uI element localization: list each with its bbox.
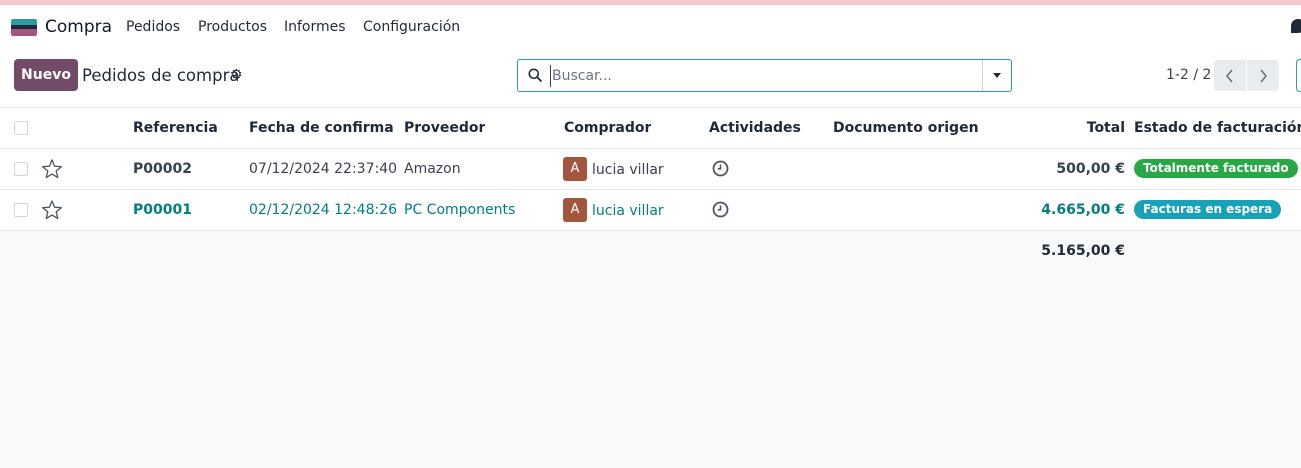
table-header: Referencia Fecha de confirmaci... Provee…	[0, 108, 1301, 149]
purchase-app-icon[interactable]	[11, 19, 37, 36]
select-all-checkbox[interactable]	[14, 121, 28, 135]
order-total: 500,00 €	[1056, 161, 1125, 177]
row-checkbox[interactable]	[14, 203, 28, 217]
chat-icon[interactable]	[1291, 19, 1301, 33]
menu-configuracion[interactable]: Configuración	[363, 19, 460, 35]
breadcrumb: Pedidos de compra	[82, 66, 240, 85]
avatar: A	[563, 157, 587, 181]
table-row[interactable]: P00001 02/12/2024 12:48:26 PC Components…	[0, 190, 1301, 231]
app-name[interactable]: Compra	[45, 17, 112, 37]
order-buyer: lucia villar	[592, 162, 664, 178]
column-documento-origen[interactable]: Documento origen	[833, 108, 979, 148]
column-fecha[interactable]: Fecha de confirmaci...	[249, 108, 394, 148]
status-badge: Totalmente facturado	[1134, 159, 1298, 178]
order-date: 02/12/2024 12:48:26	[249, 202, 398, 218]
order-reference: P00001	[133, 202, 192, 218]
column-estado-facturacion[interactable]: Estado de facturación	[1134, 108, 1301, 148]
chevron-right-icon	[1260, 68, 1268, 83]
search-options-toggle[interactable]	[982, 60, 1011, 91]
caret-down-icon	[993, 73, 1001, 78]
menu-productos[interactable]: Productos	[198, 19, 267, 35]
side-panel-button[interactable]	[1296, 59, 1301, 92]
menu-pedidos[interactable]: Pedidos	[126, 19, 180, 35]
order-vendor: PC Components	[404, 202, 516, 218]
top-navbar: Compra Pedidos Productos Informes Config…	[0, 5, 1301, 51]
search-input[interactable]	[550, 65, 980, 87]
order-vendor: Amazon	[404, 161, 461, 177]
purchase-orders-table: Referencia Fecha de confirmaci... Provee…	[0, 108, 1301, 231]
order-reference: P00002	[133, 161, 192, 177]
star-icon[interactable]	[41, 199, 63, 221]
chevron-left-icon	[1225, 68, 1233, 83]
clock-icon[interactable]	[712, 201, 729, 218]
new-button[interactable]: Nuevo	[14, 59, 78, 91]
search-icon	[528, 68, 542, 82]
pager-next-button[interactable]	[1247, 60, 1279, 91]
column-actividades[interactable]: Actividades	[709, 108, 801, 148]
pager-value[interactable]: 1-2 / 2	[1166, 67, 1211, 83]
column-comprador[interactable]: Comprador	[564, 108, 651, 148]
clock-icon[interactable]	[712, 160, 729, 177]
column-referencia[interactable]: Referencia	[133, 108, 218, 148]
control-panel: Nuevo Pedidos de compra ⚙ 1-2 / 2	[0, 51, 1301, 108]
order-total: 4.665,00 €	[1041, 202, 1125, 218]
order-date: 07/12/2024 22:37:40	[249, 161, 398, 177]
avatar: A	[563, 198, 587, 222]
column-total[interactable]: Total	[1000, 108, 1125, 148]
menu-informes[interactable]: Informes	[284, 19, 346, 35]
search-bar	[517, 59, 1012, 92]
status-badge: Facturas en espera	[1134, 200, 1282, 219]
column-proveedor[interactable]: Proveedor	[404, 108, 485, 148]
table-row[interactable]: P00002 07/12/2024 22:37:40 Amazon A luci…	[0, 149, 1301, 190]
pager-previous-button[interactable]	[1214, 60, 1246, 91]
gear-icon[interactable]: ⚙	[230, 67, 243, 83]
star-icon[interactable]	[41, 158, 63, 180]
order-buyer: lucia villar	[592, 203, 664, 219]
row-checkbox[interactable]	[14, 162, 28, 176]
grand-total: 5.165,00 €	[1041, 243, 1125, 259]
